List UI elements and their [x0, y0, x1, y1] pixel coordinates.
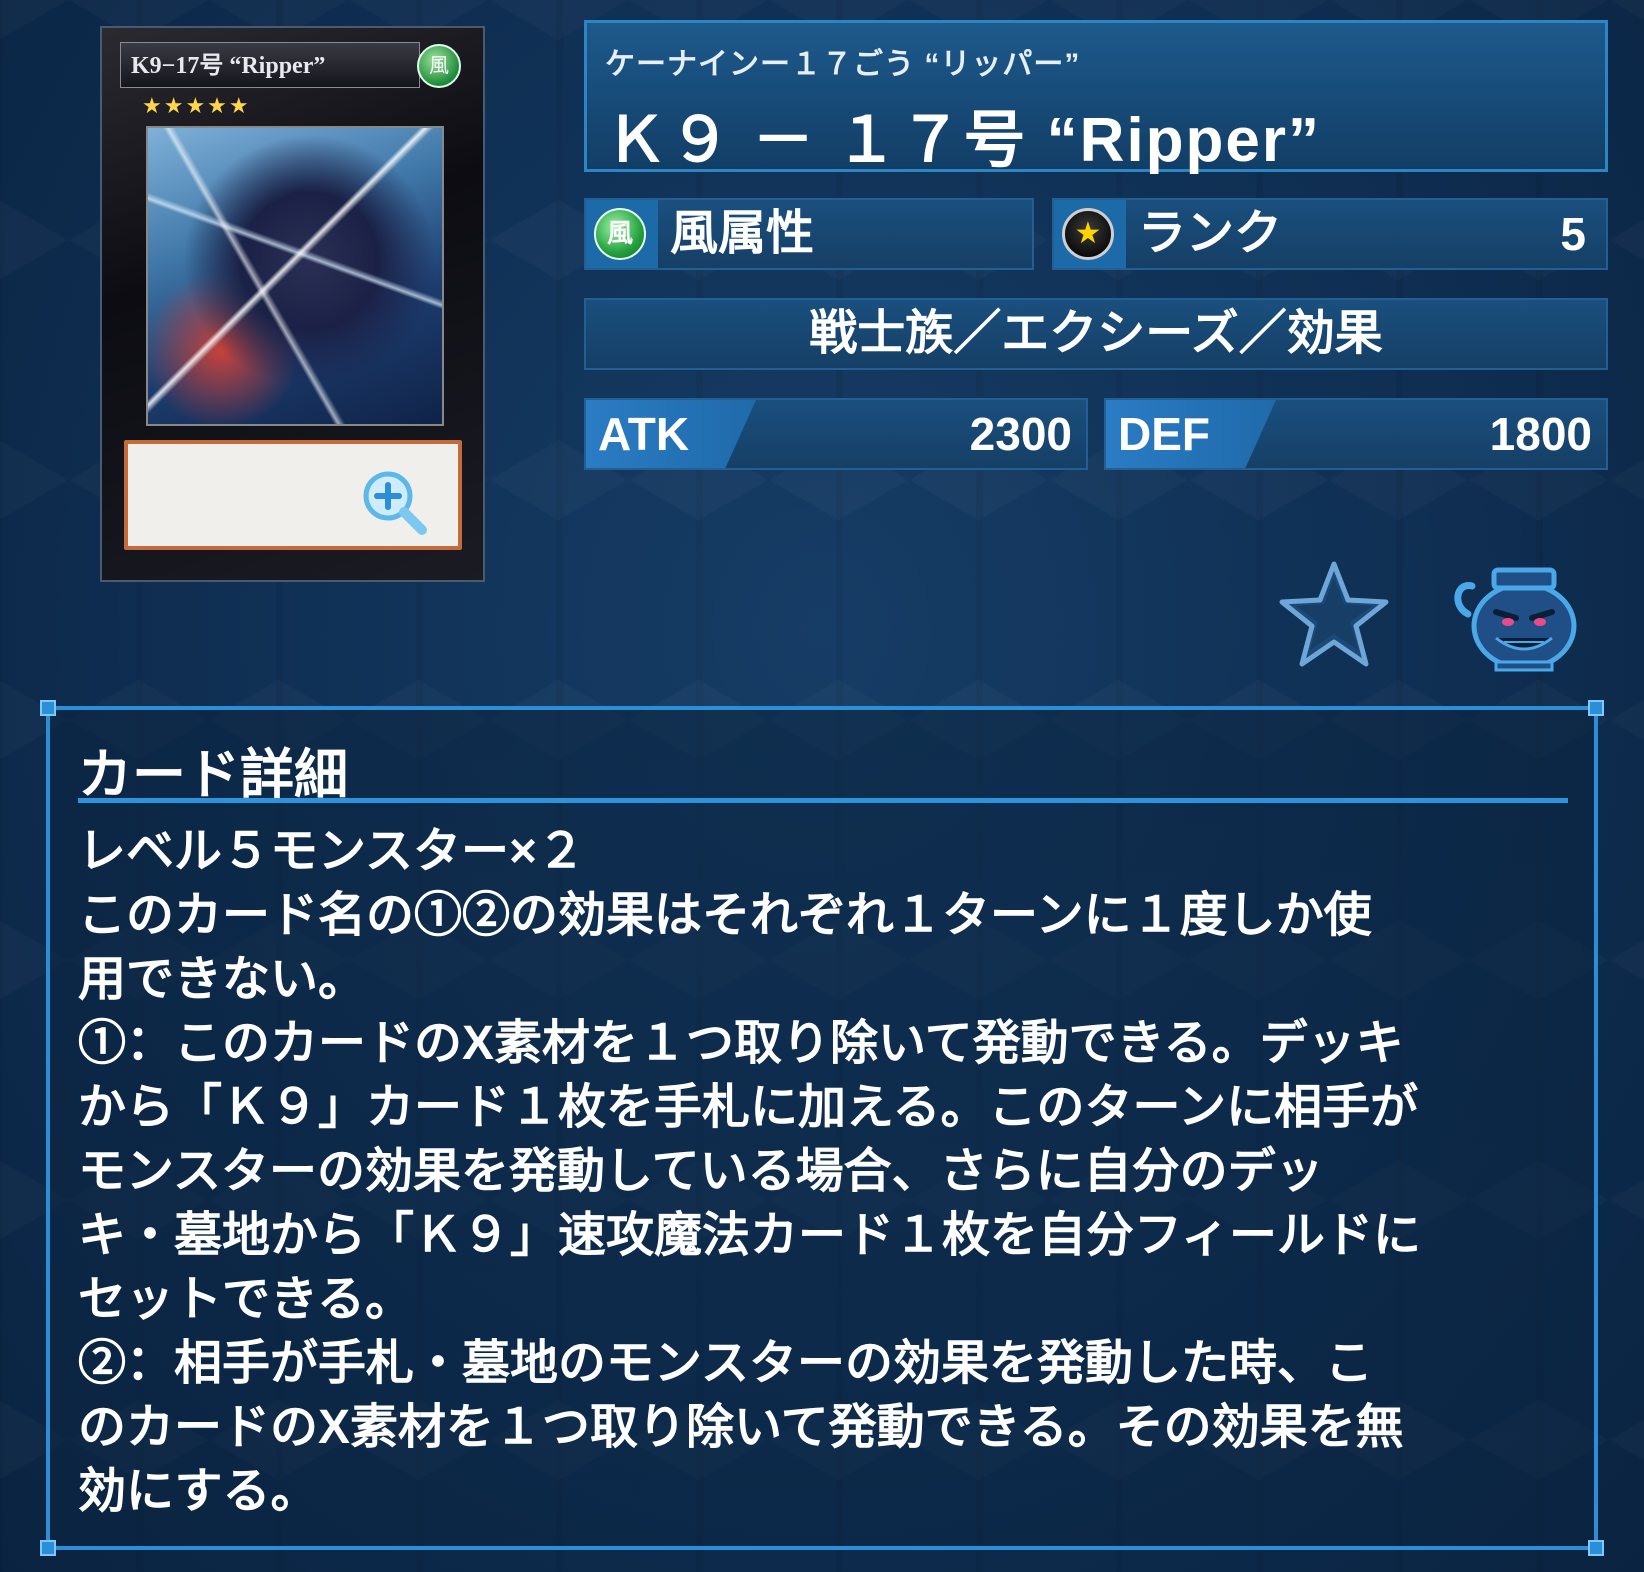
card-image-attribute-icon: 風	[417, 44, 461, 88]
rank-box: ★ ランク 5	[1052, 198, 1608, 270]
pot-of-greed-icon[interactable]	[1450, 560, 1580, 672]
card-artwork	[146, 126, 444, 426]
card-name-ruby: ケーナインー１７ごう “リッパー”	[605, 48, 1081, 81]
def-label: DEF	[1118, 408, 1210, 460]
effect-line: から「Ｋ９」カード１枚を手札に加える。このターンに相手が	[78, 1081, 1419, 1134]
attribute-box: 風 風属性	[584, 198, 1034, 270]
card-image[interactable]: K9−17号 “Ripper” 風 ★★★★★	[100, 26, 485, 582]
card-detail-panel: カード詳細 レベル５モンスター×２ このカード名の①②の効果はそれぞれ１ターンに…	[40, 700, 1604, 1556]
effect-line: ①：このカードのX素材を１つ取り除いて発動できる。デッキ	[78, 1017, 1404, 1070]
card-name: Ｋ９ － １７号 “Ripper”	[605, 106, 1322, 175]
effect-line: 効にする。	[78, 1465, 319, 1518]
card-effect-text: レベル５モンスター×２ このカード名の①②の効果はそれぞれ１ターンに１度しか使 …	[78, 820, 1578, 1524]
rank-star-icon: ★	[1062, 208, 1114, 260]
card-image-rank-stars: ★★★★★	[142, 94, 251, 119]
atk-label: ATK	[598, 408, 690, 460]
effect-line: ②：相手が手札・墓地のモンスターの効果を発動した時、こ	[78, 1337, 1374, 1390]
def-box: DEF 1800	[1104, 398, 1608, 470]
effect-line: キ・墓地から「Ｋ９」速攻魔法カード１枚を自分フィールドに	[78, 1209, 1422, 1262]
atk-box: ATK 2300	[584, 398, 1088, 470]
effect-line: セットできる。	[78, 1273, 414, 1326]
effect-line: モンスターの効果を発動している場合、さらに自分のデッ	[78, 1145, 1324, 1198]
card-image-name: K9−17号 “Ripper”	[120, 42, 420, 88]
rank-value: 5	[1560, 208, 1586, 260]
effect-line: このカード名の①②の効果はそれぞれ１ターンに１度しか使	[78, 889, 1372, 942]
card-title-box: ケーナインー１７ごう “リッパー” Ｋ９ － １７号 “Ripper”	[584, 20, 1608, 175]
wind-attribute-icon: 風	[594, 208, 646, 260]
attribute-label: 風属性	[670, 207, 815, 260]
effect-line: のカードのX素材を１つ取り除いて発動できる。その効果を無	[78, 1401, 1404, 1454]
atk-value: 2300	[969, 408, 1072, 460]
monster-type-line: 戦士族／エクシーズ／効果	[584, 298, 1608, 370]
star-icon[interactable]	[1278, 560, 1390, 668]
zoom-in-icon[interactable]	[360, 468, 428, 536]
divider	[78, 798, 1568, 803]
effect-line: レベル５モンスター×２	[78, 825, 586, 878]
def-value: 1800	[1489, 408, 1592, 460]
effect-line: 用できない。	[78, 953, 367, 1006]
rank-label: ランク	[1138, 207, 1283, 260]
